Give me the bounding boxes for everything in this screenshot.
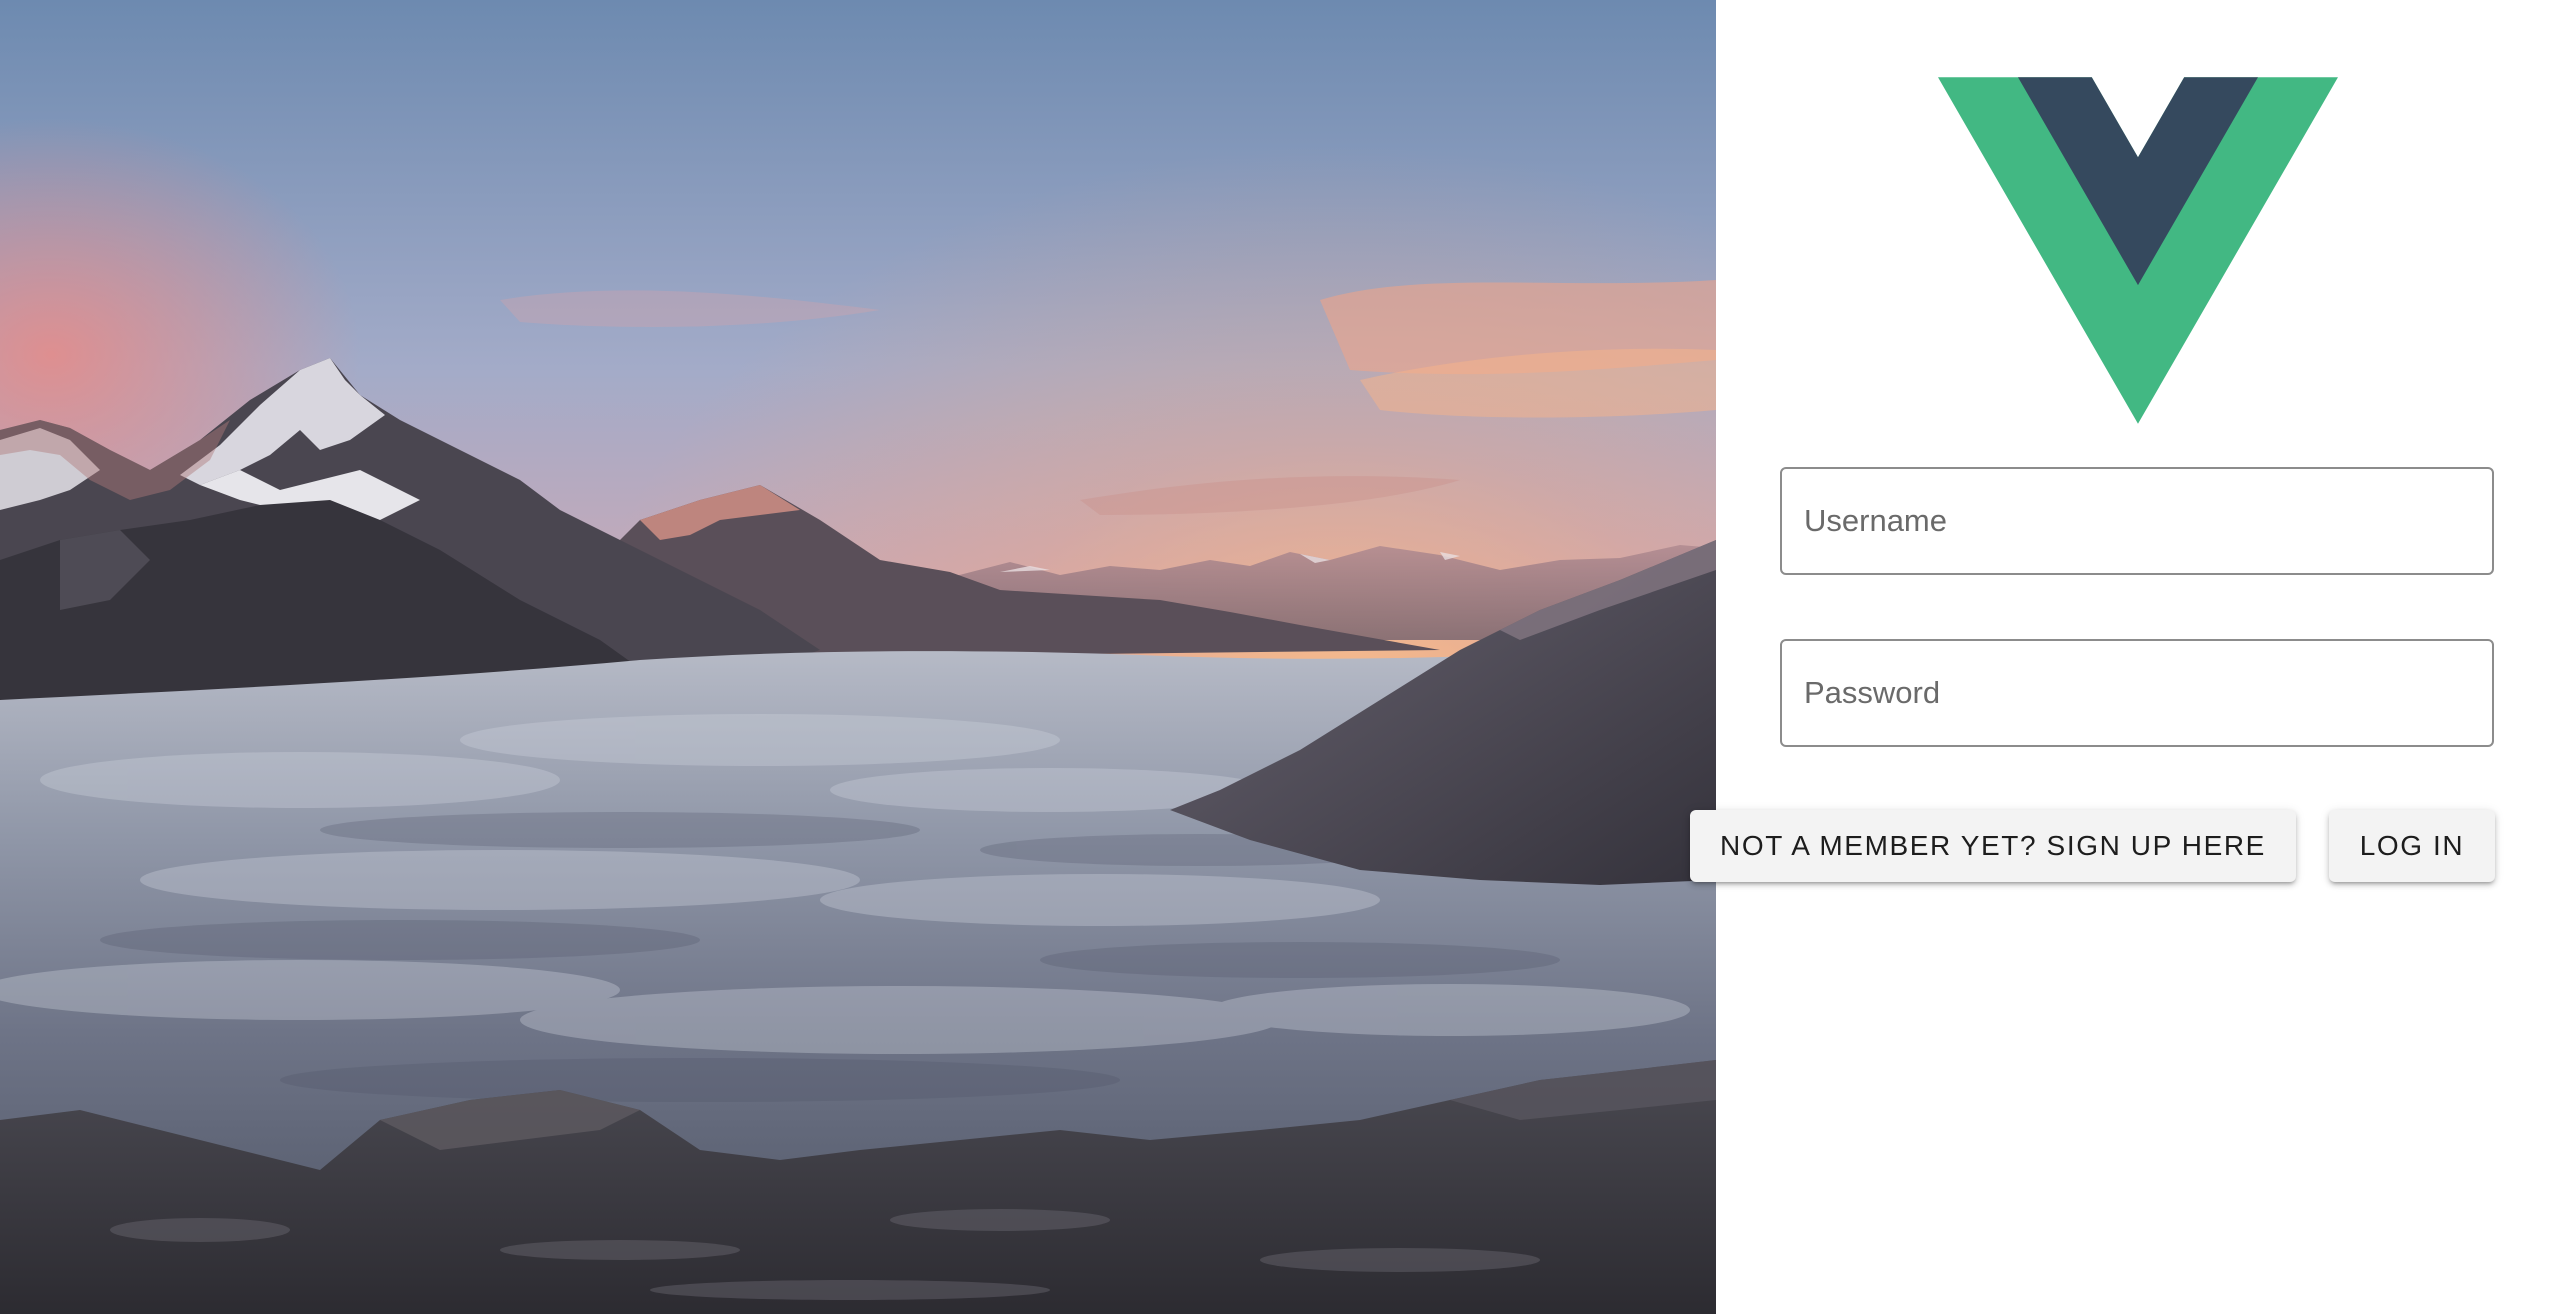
hero-landscape-image — [0, 0, 1716, 1314]
password-field[interactable] — [1780, 639, 2494, 747]
login-page: NOT A MEMBER YET? SIGN UP HERE LOG IN — [0, 0, 2560, 1314]
password-input[interactable] — [1782, 641, 2492, 745]
username-field[interactable] — [1780, 467, 2494, 575]
username-input[interactable] — [1782, 469, 2492, 573]
signup-button[interactable]: NOT A MEMBER YET? SIGN UP HERE — [1690, 810, 2296, 882]
vue-logo-icon — [1938, 77, 2338, 424]
login-button[interactable]: LOG IN — [2329, 810, 2495, 882]
